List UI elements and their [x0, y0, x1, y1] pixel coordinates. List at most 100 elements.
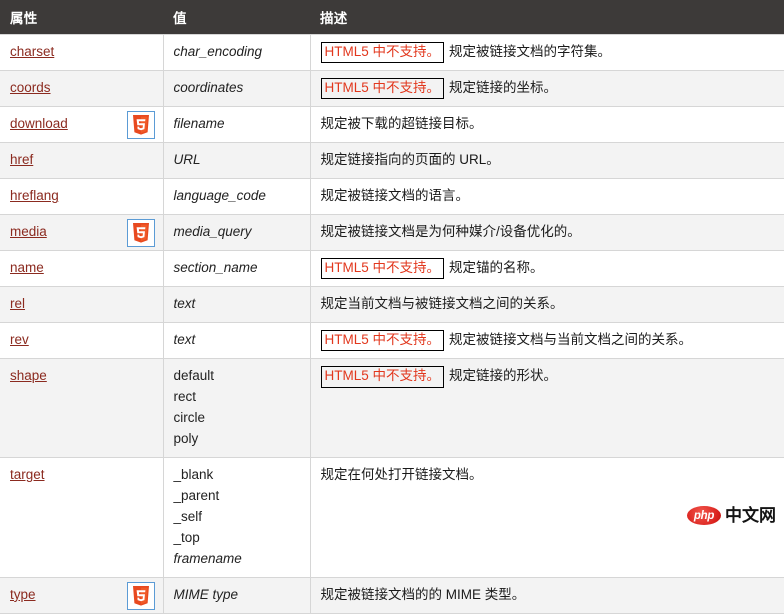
table-row: hreflang language_code 规定被链接文档的语言。 — [0, 178, 784, 216]
attribute-description-text: 规定当前文档与被链接文档之间的关系。 — [320, 296, 564, 312]
attribute-value-text-italic: framename — [173, 550, 242, 566]
attribute-value-text: MIME type — [173, 586, 239, 602]
table-row: type MIME type 规定被链接文档的的 MIME 类型。 — [0, 576, 784, 614]
attribute-description-cell: 规定被链接文档的语言。 — [310, 178, 784, 216]
attribute-description-text: 规定被链接文档的语言。 — [320, 188, 470, 204]
attribute-link-rev[interactable]: rev — [10, 332, 29, 347]
attribute-description-cell: 规定链接指向的页面的 URL。 — [310, 142, 784, 180]
table-body: charset char_encoding HTML5 中不支持。 规定被链接文档的字… — [0, 33, 784, 614]
attribute-value-cell: MIME type — [163, 576, 311, 614]
attribute-description-text: 规定被链接文档的的 MIME 类型。 — [320, 586, 526, 602]
table-row: download filename 规定被下载的超链接目标。 — [0, 106, 784, 144]
table-row: rel text 规定当前文档与被链接文档之间的关系。 — [0, 286, 784, 324]
attribute-value-cell: char_encoding — [163, 33, 311, 72]
attribute-reference-page: 属性 值 描述 charset char_encoding HTML5 中不支持。规… — [0, 0, 784, 614]
attribute-value-cell: text — [163, 286, 311, 324]
table-row: name section_name HTML5 中不支持。 规定锚的名称。 — [0, 250, 784, 288]
attribute-link-coords[interactable]: coords — [10, 80, 51, 95]
html5-not-supported-badge: HTML5 中不支持。 — [320, 330, 445, 352]
attribute-value-text: _blank _parent _self _top — [173, 467, 220, 545]
html5-badge-icon — [126, 581, 155, 610]
attribute-description-text: 规定被链接文档与当前文档之间的关系。 — [449, 332, 693, 348]
attribute-name-cell: hreflang — [0, 178, 164, 216]
column-header-description: 描述 — [310, 0, 784, 35]
attribute-description-cell: HTML5 中不支持。 规定链接的形状。 — [310, 358, 784, 459]
attribute-description-cell: HTML5 中不支持。 规定锚的名称。 — [310, 250, 784, 288]
attribute-description-cell: 规定在何处打开链接文档。 — [310, 457, 784, 578]
attribute-description-cell: 规定当前文档与被链接文档之间的关系。 — [310, 286, 784, 324]
attribute-name-cell: href — [0, 142, 164, 180]
table-row: href URL 规定链接指向的页面的 URL。 — [0, 142, 784, 180]
table-row: charset char_encoding HTML5 中不支持。 规定被链接文档的字… — [0, 33, 784, 72]
attribute-link-href[interactable]: href — [10, 152, 33, 167]
attribute-link-media[interactable]: media — [10, 224, 47, 239]
html-anchor-attributes-table: 属性 值 描述 charset char_encoding HTML5 中不支持。规… — [0, 0, 784, 614]
attribute-description-text: 规定链接的坐标。 — [449, 80, 558, 96]
attribute-value-text: media_query — [173, 224, 252, 240]
attribute-description-text: 规定被链接文档是为何种媒介/设备优化的。 — [320, 224, 581, 240]
attribute-link-rel[interactable]: rel — [10, 296, 25, 311]
attribute-description-cell: HTML5 中不支持。 规定链接的坐标。 — [310, 70, 784, 108]
attribute-link-download[interactable]: download — [10, 116, 68, 131]
attribute-link-target[interactable]: target — [10, 467, 45, 482]
attribute-value-text: char_encoding — [173, 44, 263, 59]
attribute-description-text: 规定锚的名称。 — [449, 260, 544, 276]
attribute-link-hreflang[interactable]: hreflang — [10, 188, 59, 203]
column-header-value: 值 — [163, 0, 310, 35]
html5-not-supported-badge: HTML5 中不支持。 — [320, 258, 445, 280]
attribute-value-cell: text — [163, 322, 311, 360]
table-row: coords coordinates HTML5 中不支持。 规定链接的坐标。 — [0, 70, 784, 108]
html5-badge-icon — [126, 219, 155, 248]
attribute-description-text: 规定链接的形状。 — [449, 368, 558, 384]
attribute-description-cell: HTML5 中不支持。 规定被链接文档的字符集。 — [310, 33, 784, 72]
attribute-name-cell: type — [0, 576, 164, 614]
attribute-description-text: 规定在何处打开链接文档。 — [320, 467, 483, 483]
attribute-value-cell: URL — [163, 142, 311, 180]
attribute-value-cell: language_code — [163, 178, 311, 216]
attribute-name-cell: name — [0, 250, 164, 288]
attribute-value-text: text — [173, 296, 196, 312]
html5-badge-icon — [126, 111, 155, 140]
attribute-name-cell: download — [0, 106, 164, 144]
attribute-value-text: section_name — [173, 260, 258, 276]
attribute-link-name[interactable]: name — [10, 260, 44, 275]
attribute-name-cell: charset — [0, 33, 164, 72]
attribute-value-cell: section_name — [163, 250, 311, 288]
attribute-value-cell: coordinates — [163, 70, 311, 108]
table-row: shape default rect circle poly HTML5 中不支持。… — [0, 358, 784, 459]
attribute-name-cell: shape — [0, 358, 164, 459]
attribute-value-text: text — [173, 332, 196, 348]
html5-not-supported-badge: HTML5 中不支持。 — [320, 78, 445, 100]
attribute-value-text: URL — [173, 152, 201, 168]
attribute-value-text: coordinates — [173, 80, 244, 96]
attribute-name-cell: rev — [0, 322, 164, 360]
attribute-description-cell: 规定被下载的超链接目标。 — [310, 106, 784, 144]
attribute-name-cell: media — [0, 214, 164, 252]
attribute-value-cell: default rect circle poly — [163, 358, 311, 459]
column-header-attribute: 属性 — [0, 0, 163, 35]
attribute-name-cell: target — [0, 457, 164, 578]
table-row: rev text HTML5 中不支持。 规定被链接文档与当前文档之间的关系。 — [0, 322, 784, 360]
attribute-description-text: 规定链接指向的页面的 URL。 — [320, 152, 500, 168]
attribute-link-charset[interactable]: charset — [10, 44, 54, 59]
html5-not-supported-badge: HTML5 中不支持。 — [320, 42, 445, 64]
attribute-description-cell: 规定被链接文档的的 MIME 类型。 — [310, 576, 784, 614]
attribute-value-cell: _blank _parent _self _top framename — [163, 457, 311, 578]
attribute-name-cell: rel — [0, 286, 164, 324]
attribute-description-text: 规定被下载的超链接目标。 — [320, 116, 483, 132]
attribute-value-text: default rect circle poly — [173, 368, 215, 447]
attribute-value-text: language_code — [173, 188, 266, 204]
table-row: media media_query 规定被链接文档是为何种媒介/设备优化的。 — [0, 214, 784, 252]
attribute-link-shape[interactable]: shape — [10, 368, 47, 383]
table-row: target _blank _parent _self _top framename… — [0, 457, 784, 578]
attribute-description-cell: HTML5 中不支持。 规定被链接文档与当前文档之间的关系。 — [310, 322, 784, 360]
attribute-link-type[interactable]: type — [10, 587, 36, 602]
attribute-value-cell: media_query — [163, 214, 311, 252]
attribute-value-cell: filename — [163, 106, 311, 144]
table-header-row: 属性 值 描述 — [0, 0, 784, 35]
attribute-description-text: 规定被链接文档的字符集。 — [449, 44, 612, 59]
html5-not-supported-badge: HTML5 中不支持。 — [320, 366, 445, 388]
attribute-name-cell: coords — [0, 70, 164, 108]
table-header: 属性 值 描述 — [0, 0, 784, 35]
attribute-description-cell: 规定被链接文档是为何种媒介/设备优化的。 — [310, 214, 784, 252]
